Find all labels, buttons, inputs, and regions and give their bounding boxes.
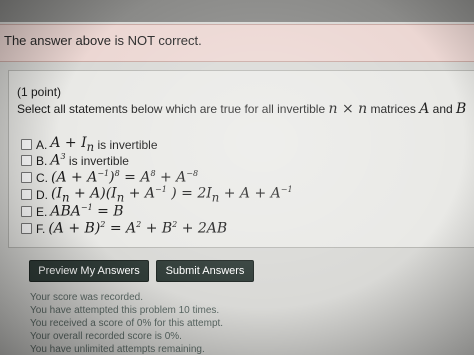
points-label: (1 point) (17, 85, 62, 99)
option-c-checkbox[interactable] (21, 172, 32, 183)
status-line-attempt-score: You received a score of 0% for this atte… (30, 318, 224, 329)
option-c[interactable]: C. (A + A−1)8 = A8 + A−8 (21, 169, 198, 186)
option-e-checkbox[interactable] (21, 206, 32, 217)
question-text: Select all statements below which are tr… (17, 101, 467, 117)
submit-answers-button[interactable]: Submit Answers (156, 260, 254, 282)
option-b-checkbox[interactable] (21, 155, 32, 166)
option-a-checkbox[interactable] (21, 139, 32, 150)
option-f-checkbox[interactable] (21, 223, 32, 234)
status-line-recorded: Your score was recorded. (30, 292, 144, 303)
option-f[interactable]: F. (A + B)2 = A2 + B2 + 2AB (21, 220, 227, 237)
preview-answers-button[interactable]: Preview My Answers (29, 260, 149, 282)
status-line-attempts: You have attempted this problem 10 times… (30, 305, 220, 316)
option-b[interactable]: B. A3 is invertible (21, 152, 129, 169)
top-bar (0, 0, 474, 22)
option-e[interactable]: E. ABA−1 = B (21, 203, 124, 220)
option-d[interactable]: D. (In + A)(In + A−1 ) = 2In + A + A−1 (21, 185, 293, 204)
incorrect-answer-notice: The answer above is NOT correct. (0, 24, 474, 62)
status-line-remaining: You have unlimited attempts remaining. (30, 344, 205, 355)
option-a[interactable]: A. A + In is invertible (21, 135, 158, 154)
problem-panel: (1 point) Select all statements below wh… (8, 70, 474, 248)
option-d-checkbox[interactable] (21, 189, 32, 200)
status-line-overall-score: Your overall recorded score is 0%. (30, 331, 182, 342)
notice-text: The answer above is NOT correct. (4, 33, 202, 48)
